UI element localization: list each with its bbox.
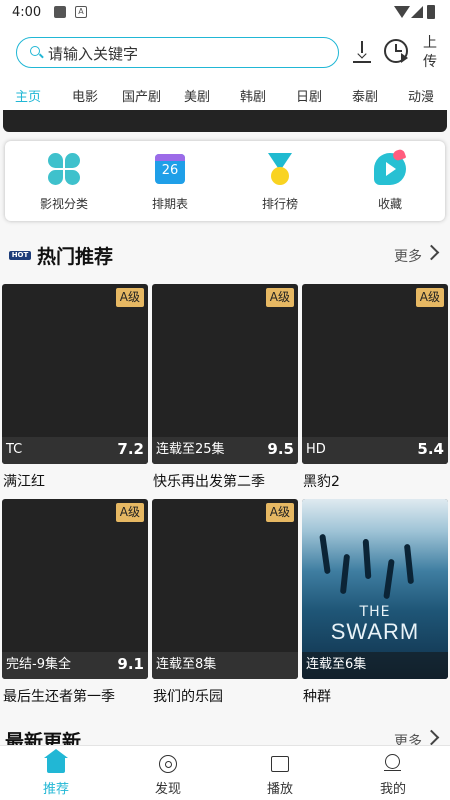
video-title[interactable]: 最后生还者第一季: [3, 686, 115, 706]
category-label: 收藏: [377, 197, 402, 211]
episode-status: 连载至8集: [156, 657, 217, 672]
wifi-icon: [394, 6, 410, 18]
rating-score: 7.2: [117, 440, 144, 458]
episode-status: 连载至6集: [306, 657, 367, 672]
video-card[interactable]: A级 连载至8集: [152, 499, 298, 679]
poster-title-line1: THE: [359, 604, 391, 620]
status-bar: 4:00 A: [0, 0, 450, 26]
video-card[interactable]: A级 HD 5.4: [302, 284, 448, 464]
calendar-icon: 26: [155, 154, 185, 184]
nav-label: 推荐: [42, 782, 69, 797]
episode-status: 完结-9集全: [6, 657, 71, 672]
play-square-icon: [271, 756, 289, 772]
category-tabs: 主页 电影 国产剧 美剧 韩剧 日剧 泰剧 动漫: [0, 80, 450, 110]
image-notification-icon: [54, 6, 66, 18]
tab-anime[interactable]: 动漫: [408, 86, 434, 105]
bottom-nav: 推荐 发现 播放 我的: [0, 745, 450, 800]
nav-label: 发现: [154, 782, 181, 797]
upload-button[interactable]: 上传: [421, 34, 439, 72]
more-button[interactable]: 更多: [394, 731, 422, 745]
history-button[interactable]: [384, 39, 408, 63]
tab-domestic[interactable]: 国产剧: [122, 86, 161, 105]
status-time: 4:00: [12, 5, 42, 20]
hot-section-header: HOT 热门推荐 更多: [0, 242, 450, 272]
tab-korean[interactable]: 韩剧: [240, 86, 266, 105]
banner-carousel[interactable]: [3, 110, 447, 132]
grade-badge: A级: [415, 288, 444, 307]
discover-icon: [159, 755, 177, 773]
tab-japanese[interactable]: 日剧: [296, 86, 322, 105]
video-card[interactable]: THE SWARM 连载至6集: [302, 499, 448, 679]
user-icon: [384, 754, 401, 771]
video-title[interactable]: 满江红: [3, 471, 45, 491]
search-input[interactable]: 请输入关键字: [16, 37, 339, 68]
category-label: 排期表: [151, 197, 188, 211]
video-card[interactable]: A级 连载至25集 9.5: [152, 284, 298, 464]
grade-badge: A级: [265, 288, 294, 307]
search-placeholder: 请输入关键字: [48, 45, 139, 63]
grade-badge: A级: [265, 503, 294, 522]
category-shortcuts: 影视分类 26 排期表 排行榜 收藏: [5, 141, 445, 221]
video-title[interactable]: 快乐再出发第二季: [153, 471, 265, 491]
clover-icon: [48, 153, 80, 185]
hot-badge-icon: HOT: [9, 251, 31, 260]
nav-discover[interactable]: 发现: [112, 746, 224, 800]
rating-score: 9.1: [117, 655, 144, 673]
section-title: 最新更新: [5, 731, 82, 745]
home-icon: [44, 749, 68, 773]
video-title[interactable]: 种群: [303, 686, 331, 706]
grade-badge: A级: [115, 288, 144, 307]
more-button[interactable]: 更多: [394, 246, 422, 266]
top-bar: 请输入关键字 上传: [0, 26, 450, 80]
video-card[interactable]: A级 完结-9集全 9.1: [2, 499, 148, 679]
category-label: 排行榜: [261, 197, 298, 211]
signal-icon: [411, 6, 423, 18]
battery-icon: [427, 5, 435, 19]
search-icon: [30, 46, 40, 56]
tab-home[interactable]: 主页: [15, 86, 41, 105]
chevron-right-icon[interactable]: [423, 729, 440, 745]
video-card[interactable]: A级 TC 7.2: [2, 284, 148, 464]
medal-icon: [264, 153, 296, 185]
rating-score: 9.5: [267, 440, 294, 458]
download-button[interactable]: [350, 39, 376, 65]
episode-status: 连载至25集: [156, 442, 225, 457]
nav-label: 我的: [379, 782, 406, 797]
video-title[interactable]: 黑豹2: [303, 471, 340, 491]
nav-label: 播放: [266, 782, 293, 797]
nav-play[interactable]: 播放: [224, 746, 336, 800]
rating-score: 5.4: [417, 440, 444, 458]
tab-thai[interactable]: 泰剧: [352, 86, 378, 105]
episode-status: HD: [306, 442, 326, 457]
latest-section-header: 最新更新 更多: [0, 727, 450, 745]
section-title: 热门推荐: [37, 246, 114, 268]
text-notification-icon: A: [75, 6, 87, 18]
category-label: 影视分类: [39, 197, 88, 211]
grade-badge: A级: [115, 503, 144, 522]
favorite-icon: [374, 148, 407, 185]
poster-title-line2: SWARM: [330, 619, 420, 644]
video-title[interactable]: 我们的乐园: [153, 686, 223, 706]
chevron-right-icon[interactable]: [423, 244, 440, 261]
nav-recommend[interactable]: 推荐: [0, 746, 112, 800]
episode-status: TC: [6, 442, 23, 457]
tab-movies[interactable]: 电影: [72, 86, 98, 105]
nav-profile[interactable]: 我的: [337, 746, 449, 800]
tab-us[interactable]: 美剧: [184, 86, 210, 105]
